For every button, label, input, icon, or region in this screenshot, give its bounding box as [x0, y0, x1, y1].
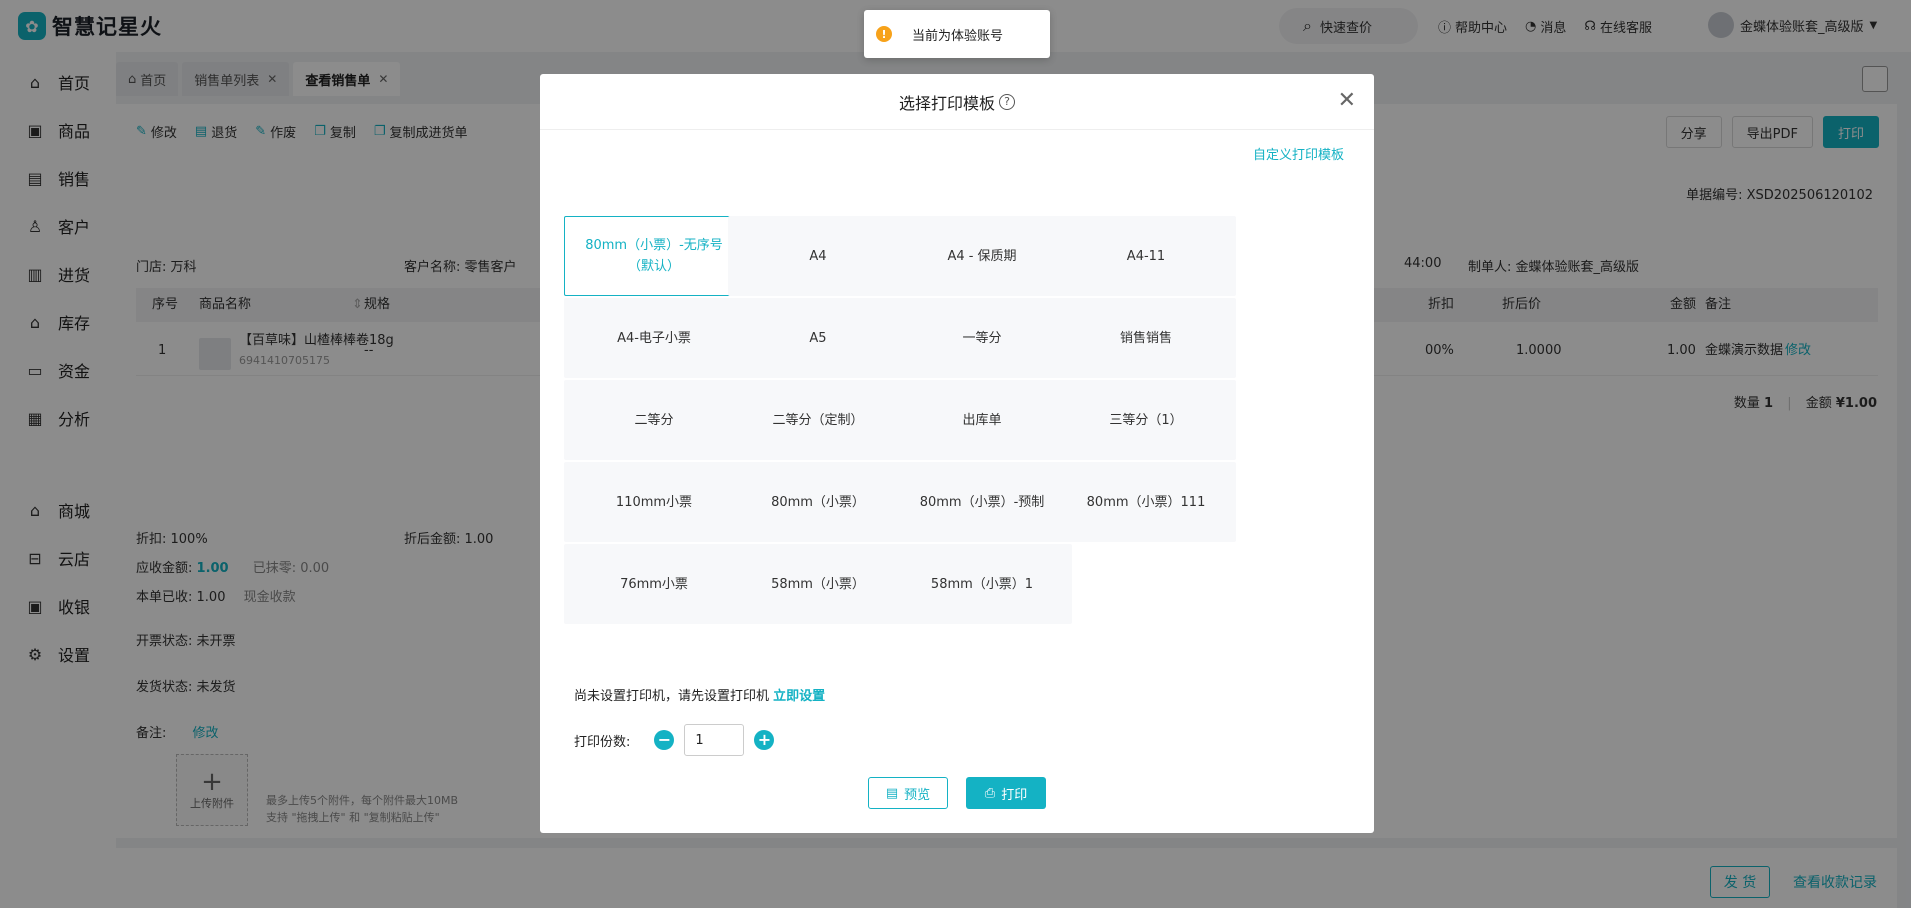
template-option[interactable]: 销售销售: [1056, 298, 1236, 378]
preview-icon: ▤: [885, 785, 899, 801]
template-option[interactable]: A4-11: [1056, 216, 1236, 296]
increment-button[interactable]: +: [754, 730, 775, 750]
template-option[interactable]: 80mm（小票）-无序号（默认）: [564, 216, 744, 296]
dialog-print-button[interactable]: ⎙ 打印: [966, 777, 1046, 809]
copies-input[interactable]: 1: [684, 724, 745, 756]
printer-note-text: 尚未设置打印机，请先设置打印机: [574, 689, 770, 704]
template-option[interactable]: A4 - 保质期: [892, 216, 1072, 296]
print-label: 打印: [1001, 787, 1028, 803]
template-option[interactable]: A5: [728, 298, 908, 378]
setup-printer-link[interactable]: 立即设置: [773, 689, 825, 704]
printer-icon: ⎙: [984, 785, 996, 801]
print-copies: 打印份数: − 1 +: [574, 724, 775, 756]
template-option[interactable]: 一等分: [892, 298, 1072, 378]
preview-label: 预览: [904, 787, 931, 803]
template-option[interactable]: 出库单: [892, 380, 1072, 460]
template-option[interactable]: 58mm（小票）1: [892, 544, 1072, 624]
template-option[interactable]: 80mm（小票）: [728, 462, 908, 542]
template-option[interactable]: 80mm（小票）111: [1056, 462, 1236, 542]
custom-template-link[interactable]: 自定义打印模板: [1253, 144, 1344, 163]
notice-toast: ! 当前为体验账号: [864, 10, 1050, 58]
template-option[interactable]: 三等分（1）: [1056, 380, 1236, 460]
preview-button[interactable]: ▤ 预览: [868, 777, 948, 809]
template-option[interactable]: 76mm小票: [564, 544, 744, 624]
template-option[interactable]: 80mm（小票）-预制: [892, 462, 1072, 542]
template-option[interactable]: 二等分: [564, 380, 744, 460]
decrement-button[interactable]: −: [654, 730, 675, 750]
help-icon[interactable]: ?: [999, 93, 1015, 110]
copies-label: 打印份数:: [574, 734, 631, 750]
template-option[interactable]: 58mm（小票）: [728, 544, 908, 624]
toast-text: 当前为体验账号: [912, 28, 1004, 44]
close-icon[interactable]: ✕: [1338, 89, 1356, 113]
warning-icon: !: [876, 26, 892, 42]
print-template-dialog: 选择打印模板 ? ✕ 自定义打印模板 80mm（小票）-无序号（默认） A4 A4 …: [540, 74, 1374, 833]
dialog-header: 选择打印模板 ? ✕: [540, 74, 1374, 130]
template-option[interactable]: A4: [728, 216, 908, 296]
template-option[interactable]: A4-电子小票: [564, 298, 744, 378]
printer-note: 尚未设置打印机，请先设置打印机 立即设置: [574, 685, 825, 704]
template-option[interactable]: 二等分（定制）: [728, 380, 908, 460]
template-option[interactable]: 110mm小票: [564, 462, 744, 542]
dialog-title: 选择打印模板: [898, 93, 995, 113]
